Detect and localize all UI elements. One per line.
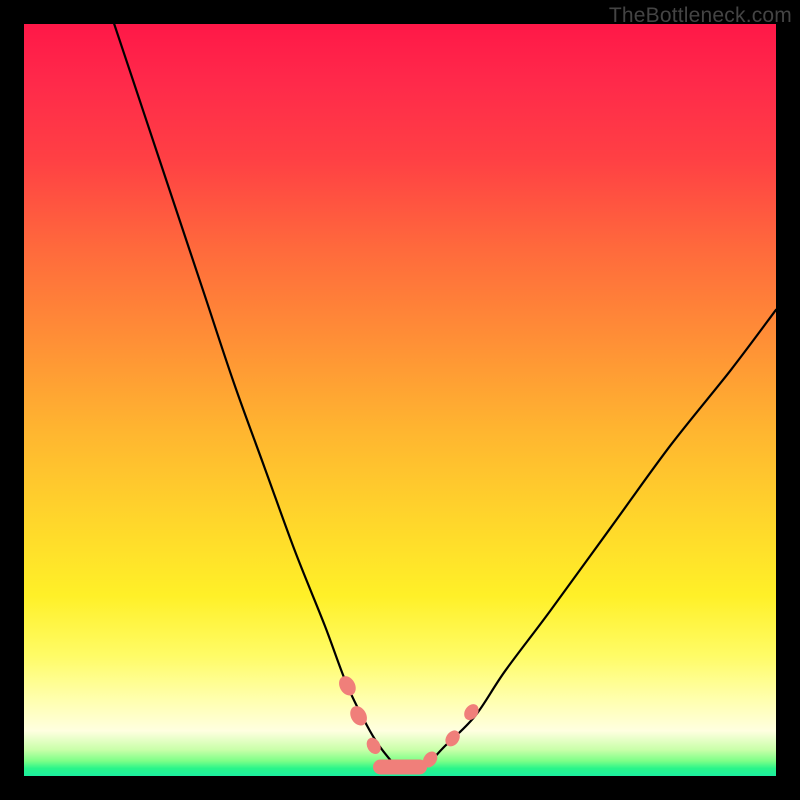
marker-group xyxy=(336,673,482,774)
chart-frame: TheBottleneck.com xyxy=(0,0,800,800)
plot-area xyxy=(24,24,776,776)
marker-dot xyxy=(336,673,359,698)
marker-pill xyxy=(373,760,427,775)
bottleneck-curve-svg xyxy=(24,24,776,776)
bottleneck-curve xyxy=(114,24,776,770)
curve-group xyxy=(114,24,776,770)
